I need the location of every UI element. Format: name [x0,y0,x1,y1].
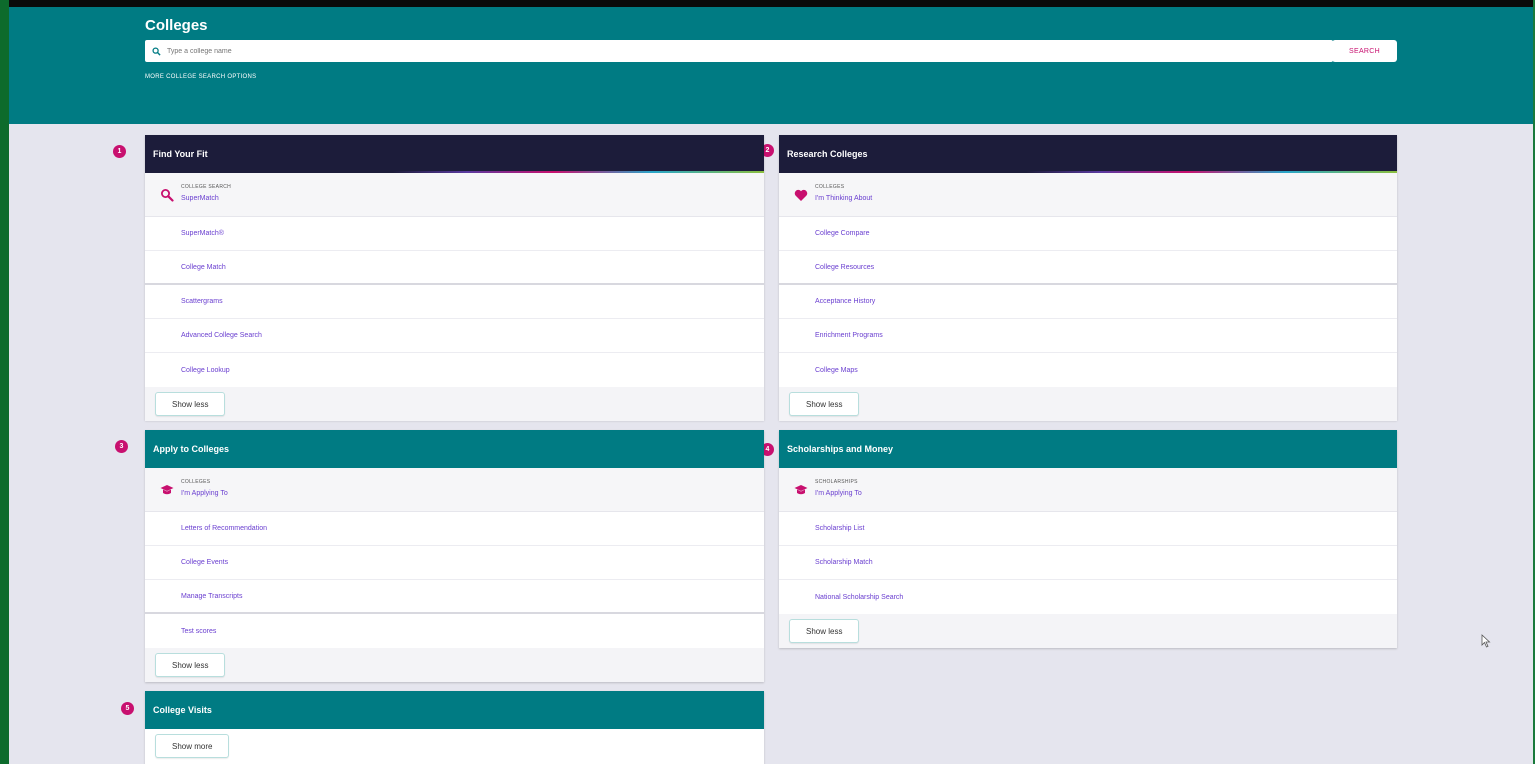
menu-link[interactable]: College Compare [779,217,1397,251]
card-header: Find Your Fit [145,135,764,173]
graduation-cap-icon [793,482,809,498]
featured-category-label: COLLEGES [815,184,845,190]
menu-link[interactable]: Enrichment Programs [779,319,1397,353]
card-footer: Show less [779,614,1397,648]
college-visits-card: College Visits Show more [145,691,764,764]
college-search-input[interactable] [167,41,1333,61]
menu-link[interactable]: Test scores [145,614,764,648]
graduation-cap-icon [159,482,175,498]
show-more-button[interactable]: Show more [155,734,230,758]
card-header: Scholarships and Money [779,430,1397,468]
card-title: Scholarships and Money [787,444,894,454]
featured-link[interactable]: SuperMatch [181,195,219,202]
featured-link-row[interactable]: COLLEGES I'm Thinking About [779,173,1397,217]
section-number-badge: 1 [113,145,126,158]
more-search-options-link[interactable]: MORE COLLEGE SEARCH OPTIONS [145,74,256,80]
menu-link[interactable]: Acceptance History [779,285,1397,319]
card-title: Research Colleges [787,149,868,159]
show-less-button[interactable]: Show less [789,619,860,643]
card-footer: Show less [145,387,764,421]
featured-link[interactable]: I'm Applying To [815,490,862,497]
featured-category-label: COLLEGES [181,479,211,485]
card-title: Apply to Colleges [153,444,230,454]
card-footer: Show more [145,729,764,763]
section-number-badge: 3 [115,440,128,453]
featured-category-label: COLLEGE SEARCH [181,184,232,190]
search-button[interactable]: SEARCH [1332,40,1397,62]
card-header: Research Colleges [779,135,1397,173]
search-box[interactable] [145,40,1333,62]
page: Colleges SEARCH MORE COLLEGE SEARCH OPTI… [0,0,1535,764]
colleges-banner: Colleges SEARCH MORE COLLEGE SEARCH OPTI… [9,7,1533,124]
apply-to-colleges-card: Apply to Colleges COLLEGES I'm Applying … [145,430,764,682]
left-border [0,0,9,764]
top-edge [0,0,1535,7]
menu-link[interactable]: Letters of Recommendation [145,512,764,546]
menu-link[interactable]: Scholarship Match [779,546,1397,580]
featured-link[interactable]: I'm Thinking About [815,195,872,202]
menu-link[interactable]: National Scholarship Search [779,580,1397,614]
search-icon [159,187,175,203]
search-icon [145,46,167,56]
show-less-button[interactable]: Show less [155,653,226,677]
menu-link[interactable]: Scattergrams [145,285,764,319]
menu-link[interactable]: College Events [145,546,764,580]
menu-link[interactable]: College Match [145,251,764,285]
card-header: Apply to Colleges [145,430,764,468]
page-title: Colleges [145,17,208,34]
scholarships-card: Scholarships and Money SCHOLARSHIPS I'm … [779,430,1397,648]
featured-category-label: SCHOLARSHIPS [815,479,858,485]
card-title: College Visits [153,705,212,715]
menu-link[interactable]: Manage Transcripts [145,580,764,614]
card-footer: Show less [779,387,1397,421]
menu-link[interactable]: Scholarship List [779,512,1397,546]
featured-link[interactable]: I'm Applying To [181,490,228,497]
featured-link-row[interactable]: SCHOLARSHIPS I'm Applying To [779,468,1397,512]
section-number-badge: 5 [121,702,134,715]
show-less-button[interactable]: Show less [789,392,860,416]
menu-link[interactable]: College Resources [779,251,1397,285]
show-less-button[interactable]: Show less [155,392,226,416]
mouse-pointer-icon [1481,634,1491,653]
heart-icon [793,187,809,203]
card-footer: Show less [145,648,764,682]
card-title: Find Your Fit [153,149,208,159]
featured-link-row[interactable]: COLLEGE SEARCH SuperMatch [145,173,764,217]
menu-link[interactable]: SuperMatch® [145,217,764,251]
menu-link[interactable]: College Lookup [145,353,764,387]
card-header: College Visits [145,691,764,729]
menu-link[interactable]: College Maps [779,353,1397,387]
research-colleges-card: Research Colleges COLLEGES I'm Thinking … [779,135,1397,421]
find-your-fit-card: Find Your Fit COLLEGE SEARCH SuperMatch … [145,135,764,421]
featured-link-row[interactable]: COLLEGES I'm Applying To [145,468,764,512]
menu-link[interactable]: Advanced College Search [145,319,764,353]
